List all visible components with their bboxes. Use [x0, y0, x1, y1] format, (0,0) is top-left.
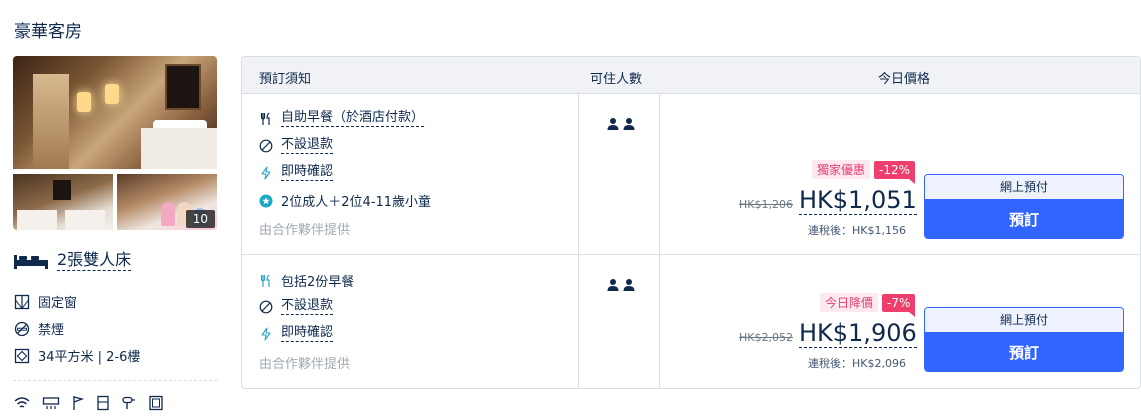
- wifi-icon: [14, 397, 30, 408]
- no-refund-icon: [259, 139, 273, 152]
- condition-label: 自助早餐（於酒店付款）: [281, 110, 425, 127]
- rate-table: 預訂須知 可住人數 今日價格 自助早餐（於酒店付款） 不設退款 即時確認 2位成…: [241, 56, 1141, 389]
- book-button[interactable]: 預訂: [925, 200, 1123, 238]
- header-today-price: 今日價格: [878, 72, 931, 87]
- booking-panel[interactable]: 網上預付 預訂: [924, 307, 1124, 372]
- table-row: 包括2份早餐 不設退款 即時確認 由合作夥伴提供 今日降價 -7% HK$2,0…: [242, 255, 1140, 388]
- tax-note: 連稅後：HK$1,156: [808, 224, 906, 237]
- condition-label: 包括2份早餐: [281, 275, 355, 290]
- promo-tag: 獨家優惠 -12%: [812, 160, 916, 184]
- current-price[interactable]: HK$1,051: [798, 186, 917, 215]
- fridge-icon: [149, 395, 163, 411]
- condition-label: 不設退款: [281, 137, 334, 154]
- guest-icon: [607, 118, 619, 130]
- booking-panel[interactable]: 網上預付 預訂: [924, 174, 1124, 239]
- condition-instant-confirm[interactable]: 即時確認: [259, 325, 334, 342]
- fork-knife-icon: [260, 112, 270, 125]
- bed-icon: [14, 254, 48, 269]
- feature-no-smoking: 禁煙: [14, 319, 64, 338]
- no-refund-icon: [259, 300, 273, 313]
- feature-window: 固定窗: [14, 292, 77, 311]
- condition-refund[interactable]: 不設退款: [259, 137, 334, 154]
- room-photo-thumb[interactable]: [13, 174, 113, 230]
- feature-size-floor: 34平方米 | 2-6樓: [14, 346, 140, 365]
- lightning-icon: [261, 326, 271, 341]
- payment-type: 網上預付: [925, 175, 1123, 200]
- condition-label: 即時確認: [281, 325, 334, 342]
- price-line: HK$2,052 HK$1,906: [739, 319, 917, 348]
- star-badge-icon: [259, 194, 273, 207]
- room-size-icon: [14, 348, 30, 363]
- room-title: 豪華客房: [14, 22, 82, 42]
- payment-type: 網上預付: [925, 308, 1123, 333]
- guest-icon: [623, 279, 635, 291]
- promo-label: 今日降價: [820, 293, 879, 312]
- discount-badge: -12%: [874, 160, 916, 184]
- window-icon: [14, 294, 30, 309]
- condition-label: 即時確認: [281, 164, 334, 181]
- discount-badge: -7%: [882, 293, 916, 317]
- tax-note: 連稅後：HK$2,096: [808, 357, 906, 370]
- hair-dryer-icon: [122, 396, 135, 409]
- amenity-icons: [13, 395, 164, 411]
- condition-breakfast: 包括2份早餐: [259, 271, 354, 290]
- provider-note: 由合作夥伴提供: [259, 223, 351, 238]
- room-photo-thumb[interactable]: 10: [117, 174, 217, 230]
- condition-refund[interactable]: 不設退款: [259, 298, 334, 315]
- occupancy-icons[interactable]: [606, 117, 636, 131]
- guest-icon: [623, 118, 635, 130]
- bed-type-label: 2張雙人床: [57, 250, 132, 271]
- feature-label: 禁煙: [38, 323, 65, 338]
- condition-label: 不設退款: [281, 298, 334, 315]
- condition-instant-confirm[interactable]: 即時確認: [259, 164, 334, 181]
- price-line: HK$1,206 HK$1,051: [739, 186, 917, 215]
- original-price: HK$2,052: [739, 331, 793, 344]
- guest-icon: [607, 279, 619, 291]
- air-conditioner-icon: [42, 397, 60, 409]
- book-button[interactable]: 預訂: [925, 333, 1123, 371]
- photo-gallery[interactable]: 10: [13, 56, 217, 230]
- wardrobe-icon: [97, 395, 109, 411]
- table-header: 預訂須知 可住人數 今日價格: [242, 57, 1140, 94]
- current-price[interactable]: HK$1,906: [798, 319, 917, 348]
- flag-icon: [73, 396, 85, 410]
- occupancy-icons[interactable]: [606, 278, 636, 292]
- header-occupancy: 可住人數: [590, 72, 643, 87]
- feature-label: 固定窗: [38, 296, 78, 311]
- lightning-icon: [261, 165, 271, 180]
- fork-knife-icon: [260, 274, 270, 287]
- divider: [13, 380, 217, 381]
- bed-type[interactable]: 2張雙人床: [13, 250, 132, 271]
- table-row: 自助早餐（於酒店付款） 不設退款 即時確認 2位成人＋2位4-11歲小童 由合作…: [242, 94, 1140, 255]
- original-price: HK$1,206: [739, 198, 793, 211]
- photo-count-badge[interactable]: 10: [185, 210, 215, 228]
- provider-note: 由合作夥伴提供: [259, 357, 351, 372]
- header-booking-notes: 預訂須知: [259, 72, 312, 87]
- promo-tag: 今日降價 -7%: [820, 293, 916, 317]
- condition-occupancy: 2位成人＋2位4-11歲小童: [259, 191, 431, 210]
- condition-label: 2位成人＋2位4-11歲小童: [281, 195, 432, 210]
- feature-label: 34平方米 | 2-6樓: [38, 350, 141, 365]
- no-smoking-icon: [14, 321, 30, 336]
- room-photo-main[interactable]: [13, 56, 217, 169]
- promo-label: 獨家優惠: [812, 160, 871, 179]
- condition-breakfast[interactable]: 自助早餐（於酒店付款）: [259, 110, 425, 127]
